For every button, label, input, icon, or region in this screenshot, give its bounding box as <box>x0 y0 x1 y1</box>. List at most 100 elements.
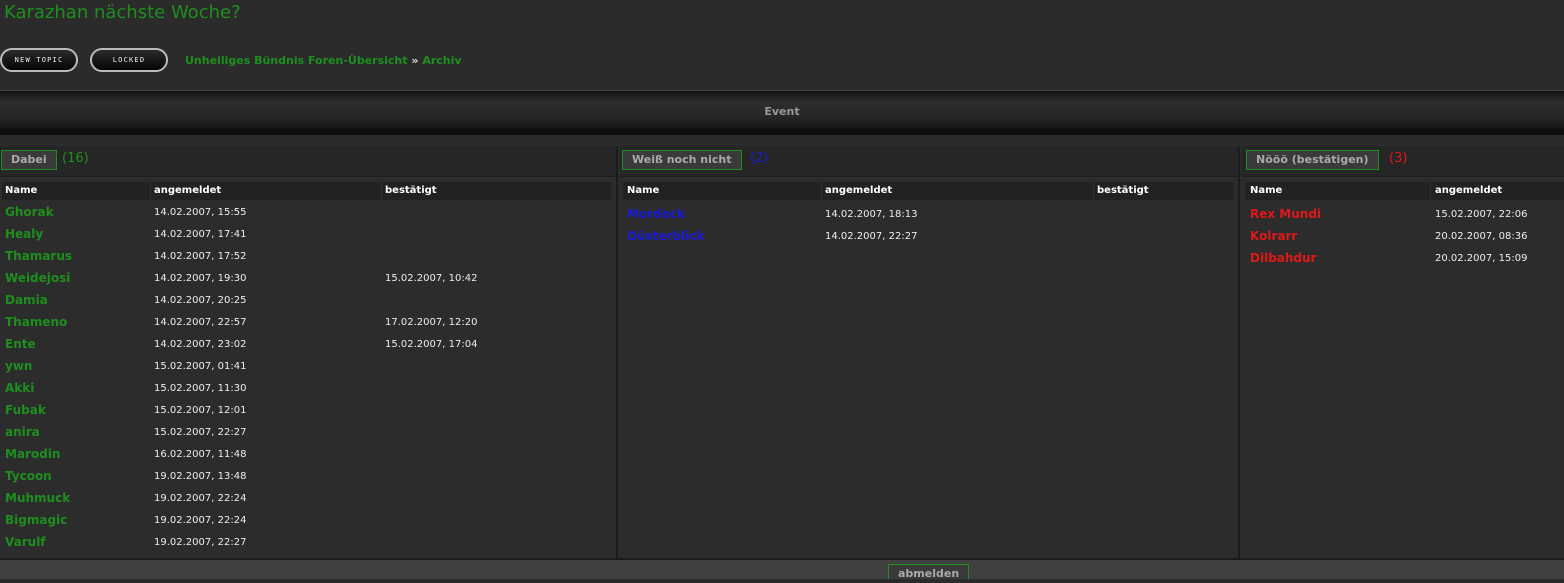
member-name-link[interactable]: Damia <box>5 293 48 307</box>
registered-date: 16.02.2007, 11:48 <box>154 449 247 460</box>
table-row: Tycoon 19.02.2007, 13:48 <box>5 466 605 488</box>
table-row: Ghorak 14.02.2007, 15:55 <box>5 202 605 224</box>
confirmed-date: 15.02.2007, 17:04 <box>385 339 478 350</box>
registered-date: 20.02.2007, 08:36 <box>1435 231 1528 242</box>
registered-date: 19.02.2007, 13:48 <box>154 471 247 482</box>
header-name: Name <box>627 185 660 196</box>
breadcrumb-forum-link[interactable]: Unheiliges Bündnis Foren-Übersicht <box>185 54 408 67</box>
member-name-link[interactable]: Mordock <box>627 207 685 221</box>
table-row: Ente 14.02.2007, 23:02 15.02.2007, 17:04 <box>5 334 605 356</box>
table-row: Thamarus 14.02.2007, 17:52 <box>5 246 605 268</box>
member-name-link[interactable]: anira <box>5 425 40 439</box>
declined-count: (3) <box>1389 151 1408 166</box>
table-header: Name angemeldet bestätigt <box>2 182 611 200</box>
confirmed-date: 15.02.2007, 10:42 <box>385 273 478 284</box>
table-row: Kolrarr 20.02.2007, 08:36 <box>1250 226 1560 248</box>
member-name-link[interactable]: Rex Mundi <box>1250 207 1321 221</box>
member-name-link[interactable]: Healy <box>5 227 43 241</box>
table-row: Thameno 14.02.2007, 22:57 17.02.2007, 12:2… <box>5 312 605 334</box>
registered-date: 15.02.2007, 11:30 <box>154 383 247 394</box>
table-row: Mordock 14.02.2007, 18:13 <box>627 204 1227 226</box>
table-row: anira 15.02.2007, 22:27 <box>5 422 605 444</box>
member-name-link[interactable]: Ente <box>5 337 36 351</box>
table-header: Name angemeldet bestätigt <box>623 182 1233 200</box>
header-registered: angemeldet <box>825 185 893 196</box>
table-row: Muhmuck 19.02.2007, 22:24 <box>5 488 605 510</box>
member-name-link[interactable]: Düsterblick <box>627 229 704 243</box>
undecided-count: (2) <box>750 151 769 166</box>
header-registered: angemeldet <box>154 185 222 196</box>
header-confirmed: bestätigt <box>385 185 437 196</box>
registered-date: 19.02.2007, 22:27 <box>154 537 247 548</box>
registered-date: 14.02.2007, 18:13 <box>825 209 918 220</box>
header-confirmed: bestätigt <box>1097 185 1149 196</box>
registered-date: 15.02.2007, 01:41 <box>154 361 247 372</box>
footer-bar <box>0 558 1564 579</box>
column-undecided: Weiß noch nicht (2) Name angemeldet best… <box>620 146 1240 558</box>
member-name-link[interactable]: Muhmuck <box>5 491 70 505</box>
table-row: Fubak 15.02.2007, 12:01 <box>5 400 605 422</box>
table-row: Rex Mundi 15.02.2007, 22:06 <box>1250 204 1560 226</box>
undecided-button[interactable]: Weiß noch nicht <box>622 150 742 170</box>
table-row: Marodin 16.02.2007, 11:48 <box>5 444 605 466</box>
confirmed-date: 17.02.2007, 12:20 <box>385 317 478 328</box>
header-name: Name <box>1250 185 1283 196</box>
header-registered: angemeldet <box>1435 185 1503 196</box>
table-row: Dilbahdur 20.02.2007, 15:09 <box>1250 248 1560 270</box>
registered-date: 15.02.2007, 22:06 <box>1435 209 1528 220</box>
table-row: Düsterblick 14.02.2007, 22:27 <box>627 226 1227 248</box>
new-topic-button[interactable]: NEW TOPIC <box>0 48 78 72</box>
event-header-bar: Event <box>0 90 1564 129</box>
member-name-link[interactable]: Thamarus <box>5 249 72 263</box>
divider <box>0 128 1564 135</box>
registered-date: 14.02.2007, 22:57 <box>154 317 247 328</box>
member-name-link[interactable]: Thameno <box>5 315 67 329</box>
declined-button[interactable]: Nööö (bestätigen) <box>1246 150 1379 170</box>
member-name-link[interactable]: Dilbahdur <box>1250 251 1316 265</box>
table-row: Bigmagic 19.02.2007, 22:24 <box>5 510 605 532</box>
registered-date: 14.02.2007, 15:55 <box>154 207 247 218</box>
member-name-link[interactable]: Varulf <box>5 535 46 549</box>
table-row: Damia 14.02.2007, 20:25 <box>5 290 605 312</box>
registered-date: 19.02.2007, 22:24 <box>154 493 247 504</box>
table-header: Name angemeldet <box>1245 182 1564 200</box>
breadcrumb: Unheiliges Bündnis Foren-Übersicht » Arc… <box>185 54 462 67</box>
locked-button[interactable]: LOCKED <box>90 48 168 72</box>
member-name-link[interactable]: ywn <box>5 359 32 373</box>
registered-date: 14.02.2007, 17:41 <box>154 229 247 240</box>
registered-date: 19.02.2007, 22:24 <box>154 515 247 526</box>
column-header: Weiß noch nicht (2) <box>620 146 1238 177</box>
registered-date: 14.02.2007, 19:30 <box>154 273 247 284</box>
table-row: ywn 15.02.2007, 01:41 <box>5 356 605 378</box>
member-name-link[interactable]: Ghorak <box>5 205 54 219</box>
column-header: Dabei (16) <box>0 146 616 177</box>
column-declined: Nööö (bestätigen) (3) Name angemeldet Re… <box>1242 146 1564 558</box>
event-label: Event <box>764 105 800 118</box>
breadcrumb-archive-link[interactable]: Archiv <box>422 54 461 67</box>
page-title: Karazhan nächste Woche? <box>4 2 241 23</box>
breadcrumb-separator: » <box>411 54 419 67</box>
member-name-link[interactable]: Akki <box>5 381 34 395</box>
attending-button[interactable]: Dabei <box>1 150 57 170</box>
member-name-link[interactable]: Tycoon <box>5 469 52 483</box>
table-row: Varulf 19.02.2007, 22:27 <box>5 532 605 554</box>
attending-count: (16) <box>62 151 89 166</box>
member-name-link[interactable]: Marodin <box>5 447 60 461</box>
column-attending: Dabei (16) Name angemeldet bestätigt Gho… <box>0 146 618 558</box>
member-name-link[interactable]: Weidejosi <box>5 271 70 285</box>
registered-date: 14.02.2007, 17:52 <box>154 251 247 262</box>
column-header: Nööö (bestätigen) (3) <box>1242 146 1564 177</box>
table-row: Weidejosi 14.02.2007, 19:30 15.02.2007, 10… <box>5 268 605 290</box>
member-name-link[interactable]: Bigmagic <box>5 513 67 527</box>
registered-date: 14.02.2007, 20:25 <box>154 295 247 306</box>
member-name-link[interactable]: Kolrarr <box>1250 229 1297 243</box>
registered-date: 14.02.2007, 22:27 <box>825 231 918 242</box>
member-name-link[interactable]: Fubak <box>5 403 46 417</box>
registered-date: 15.02.2007, 12:01 <box>154 405 247 416</box>
registered-date: 14.02.2007, 23:02 <box>154 339 247 350</box>
table-row: Akki 15.02.2007, 11:30 <box>5 378 605 400</box>
registered-date: 15.02.2007, 22:27 <box>154 427 247 438</box>
table-row: Healy 14.02.2007, 17:41 <box>5 224 605 246</box>
header-name: Name <box>5 185 38 196</box>
registered-date: 20.02.2007, 15:09 <box>1435 253 1528 264</box>
